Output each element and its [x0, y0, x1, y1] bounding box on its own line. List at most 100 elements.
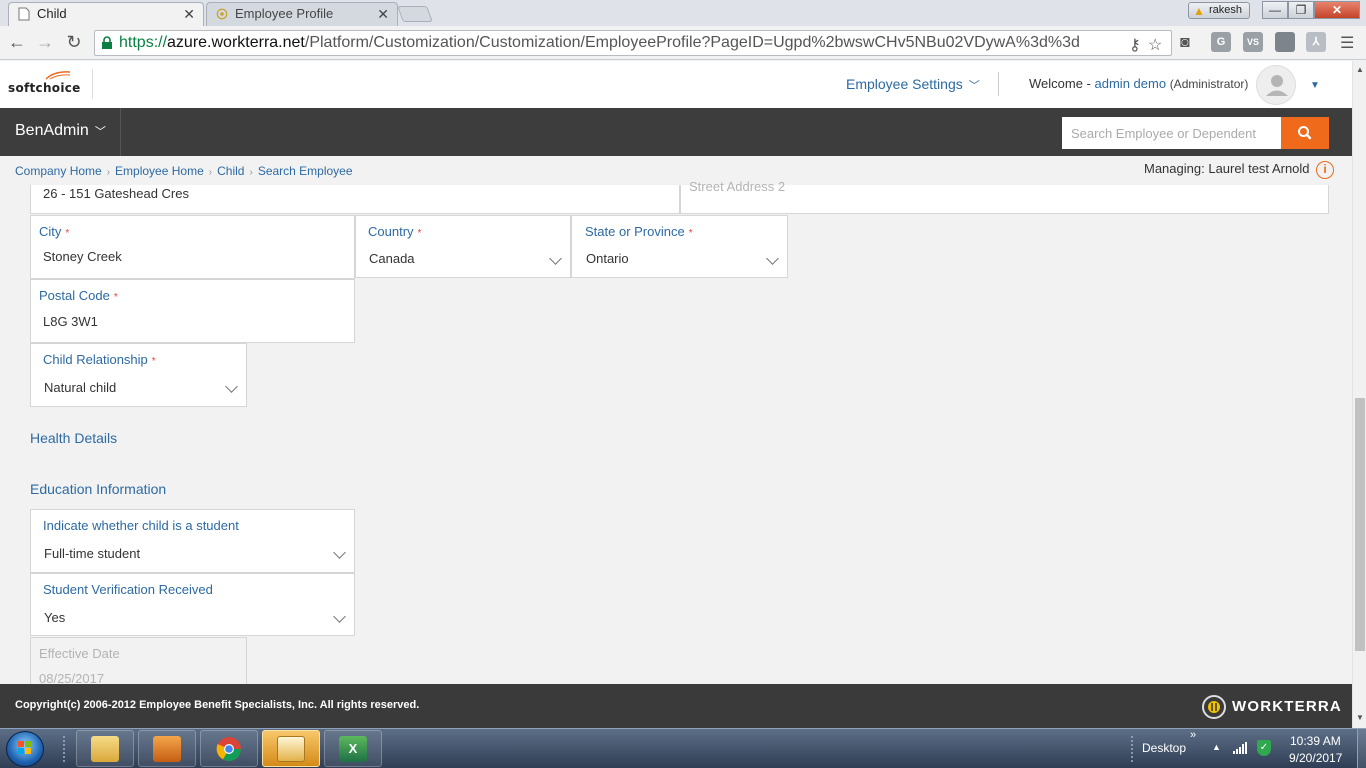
company-logo[interactable]: softchoice — [8, 81, 81, 95]
student-status-value: Full-time student — [44, 546, 141, 561]
divider — [92, 69, 93, 99]
desktop-toolbar-label[interactable]: Desktop — [1142, 741, 1186, 755]
tab-employee-profile[interactable]: Employee Profile ✕ — [206, 2, 398, 26]
employee-settings-label: Employee Settings — [846, 76, 963, 92]
tab-child[interactable]: Child ✕ — [8, 2, 204, 26]
grammarly-extension-icon[interactable]: G — [1211, 32, 1231, 52]
info-icon[interactable]: i — [1316, 161, 1334, 179]
key-icon[interactable]: ⚷ — [1129, 35, 1141, 55]
user-name-link[interactable]: admin demo — [1095, 76, 1167, 91]
taskbar-media-player[interactable] — [138, 730, 196, 767]
camera-icon[interactable]: ◙ — [1180, 34, 1190, 52]
double-chevron-icon[interactable]: » — [1190, 729, 1196, 741]
breadcrumb-separator-icon: › — [208, 167, 213, 178]
benadmin-menu[interactable]: BenAdmin ﹀ — [15, 122, 106, 140]
health-details-heading[interactable]: Health Details — [30, 430, 117, 446]
postal-code-field[interactable]: Postal Code * L8G 3W1 — [30, 279, 355, 343]
taskbar-outlook[interactable] — [262, 730, 320, 767]
window-close-button[interactable]: ✕ — [1314, 1, 1360, 19]
reload-icon[interactable]: ↻ — [62, 31, 86, 55]
breadcrumb-separator-icon: › — [106, 167, 111, 178]
tray-grip — [1130, 735, 1134, 763]
pdf-extension-icon[interactable]: ⅄ — [1306, 32, 1326, 52]
country-select[interactable]: Country * Canada — [355, 215, 571, 278]
main-navbar: BenAdmin ﹀ — [0, 108, 1352, 156]
chevron-down-icon — [549, 252, 562, 265]
user-menu-caret-icon[interactable]: ▼ — [1310, 80, 1320, 91]
brand-label: BenAdmin — [15, 122, 89, 139]
vs-extension-icon[interactable]: VS — [1243, 32, 1263, 52]
managing-text: Managing: Laurel test Arnold — [1144, 161, 1310, 176]
student-status-select[interactable]: Indicate whether child is a student Full… — [30, 509, 355, 573]
windows-logo-icon — [18, 741, 31, 754]
effective-date-label: Effective Date — [39, 646, 120, 661]
required-marker: * — [417, 228, 422, 239]
child-relationship-select[interactable]: Child Relationship * Natural child — [30, 343, 247, 407]
show-desktop-button[interactable] — [1357, 729, 1366, 768]
forward-icon[interactable]: → — [33, 31, 57, 55]
clock-date[interactable]: 9/20/2017 — [1289, 751, 1342, 765]
start-button[interactable] — [6, 731, 44, 767]
profile-button[interactable]: ▲ rakesh — [1188, 2, 1250, 19]
street-address-1-value: 26 - 151 Gateshead Cres — [43, 186, 189, 201]
close-icon[interactable]: ✕ — [183, 3, 195, 25]
scroll-down-icon[interactable]: ▼ — [1356, 713, 1364, 722]
street-address-1-field[interactable]: 26 - 151 Gateshead Cres — [30, 185, 680, 214]
extension-icon[interactable] — [1275, 32, 1295, 52]
scrollbar-thumb[interactable] — [1355, 398, 1365, 651]
state-province-label: State or Province * — [585, 224, 693, 239]
browser-toolbar: ← → ↻ https://azure.workterra.net/Platfo… — [0, 26, 1366, 60]
taskbar-chrome[interactable] — [200, 730, 258, 767]
welcome-text: Welcome - admin demo (Administrator) — [1029, 76, 1248, 91]
state-province-value: Ontario — [586, 251, 629, 266]
page-footer: Copyright(c) 2006-2012 Employee Benefit … — [0, 684, 1352, 728]
user-icon — [1266, 75, 1288, 96]
new-tab-button[interactable] — [397, 6, 433, 22]
state-province-select[interactable]: State or Province * Ontario — [571, 215, 788, 278]
maximize-button[interactable]: ❐ — [1288, 1, 1314, 19]
country-value: Canada — [369, 251, 415, 266]
workterra-logo-icon — [1202, 695, 1226, 719]
minimize-button[interactable]: — — [1262, 1, 1288, 19]
url-text: https://azure.workterra.net/Platform/Cus… — [119, 34, 1080, 51]
workterra-brand: WORKTERRA — [1232, 698, 1342, 715]
student-verification-label: Student Verification Received — [43, 582, 213, 597]
security-shield-icon[interactable]: ✓ — [1257, 740, 1271, 756]
city-field[interactable]: City * Stoney Creek — [30, 215, 355, 279]
breadcrumb-search-employee[interactable]: Search Employee — [258, 164, 353, 178]
browser-tabstrip: Child ✕ Employee Profile ✕ ▲ rakesh — ❐ … — [0, 0, 1366, 26]
education-information-heading[interactable]: Education Information — [30, 481, 166, 497]
copyright-text: Copyright(c) 2006-2012 Employee Benefit … — [15, 699, 420, 711]
employee-settings-menu[interactable]: Employee Settings ﹀ — [846, 76, 980, 93]
page-scrollbar[interactable]: ▲ ▼ — [1352, 61, 1366, 728]
effective-date-field: Effective Date 08/25/2017 — [30, 637, 247, 684]
country-label: Country * — [368, 224, 422, 239]
search-button[interactable] — [1281, 117, 1329, 149]
show-hidden-icons[interactable]: ▲ — [1212, 742, 1221, 752]
chevron-down-icon — [225, 380, 238, 393]
scroll-up-icon[interactable]: ▲ — [1356, 65, 1364, 74]
breadcrumb-child[interactable]: Child — [217, 164, 244, 178]
effective-date-value: 08/25/2017 — [39, 671, 105, 684]
avatar[interactable] — [1256, 65, 1296, 105]
close-icon[interactable]: ✕ — [377, 3, 389, 25]
taskbar-excel[interactable]: X — [324, 730, 382, 767]
outlook-icon — [277, 736, 305, 762]
taskbar-explorer[interactable] — [76, 730, 134, 767]
employee-search-input[interactable] — [1062, 117, 1282, 149]
clock-time[interactable]: 10:39 AM — [1290, 734, 1341, 748]
page-icon — [18, 7, 30, 21]
address-bar[interactable]: https://azure.workterra.net/Platform/Cus… — [94, 30, 1172, 56]
student-verification-value: Yes — [44, 610, 66, 625]
tab-employee-profile-title: Employee Profile — [235, 6, 334, 21]
breadcrumb-company-home[interactable]: Company Home — [15, 164, 102, 178]
breadcrumb-employee-home[interactable]: Employee Home — [115, 164, 204, 178]
star-icon[interactable]: ☆ — [1148, 35, 1162, 55]
network-icon[interactable] — [1232, 741, 1248, 755]
main-content: Company Home › Employee Home › Child › Search … — [0, 156, 1352, 684]
menu-icon[interactable]: ☰ — [1340, 33, 1354, 53]
back-icon[interactable]: ← — [5, 31, 29, 55]
student-verification-select[interactable]: Student Verification Received Yes — [30, 573, 355, 636]
street-address-2-field[interactable]: Street Address 2 — [680, 179, 1329, 214]
tab-child-title: Child — [37, 6, 67, 21]
